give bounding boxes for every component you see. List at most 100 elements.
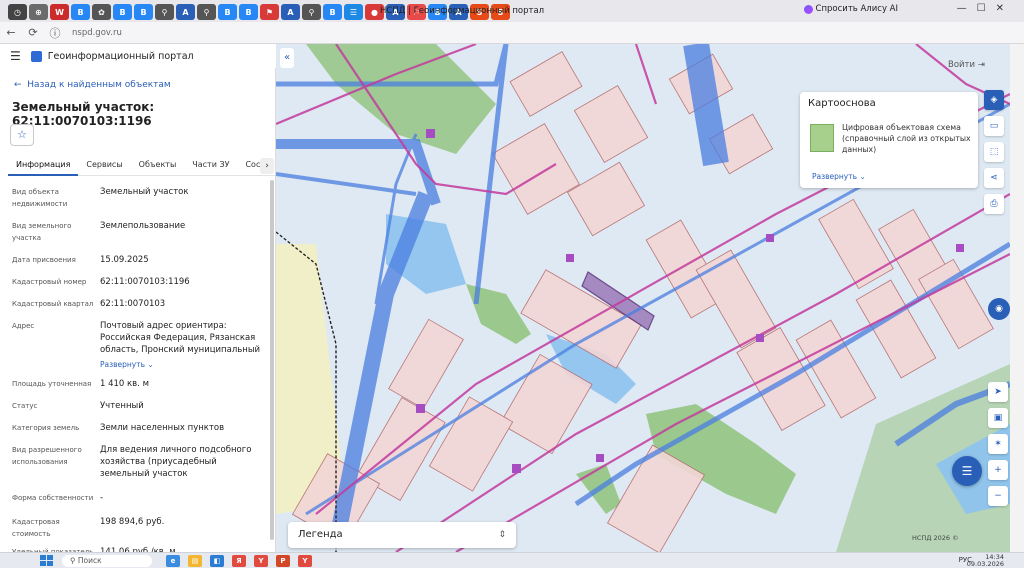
browser-tab-5-icon[interactable]: ✿ (92, 4, 111, 20)
screen: ◷ ⊕ W B ✿ B B ⚲ A ⚲ B B ⚑ A ⚲ B ☰ ● A ⚐ B A S S НСПД | Геоинфор… (0, 0, 1024, 568)
browser-tab-15-icon[interactable]: ⚲ (302, 4, 321, 20)
browser-tab-12-icon[interactable]: B (239, 4, 258, 20)
panel-scrollbar[interactable] (270, 180, 274, 540)
browser-page-title: НСПД | Геоинформационный портал (380, 6, 545, 16)
browser-tab-13-icon[interactable]: ⚑ (260, 4, 279, 20)
attribute-label: Кадастровая стоимость (12, 518, 60, 538)
taskbar-apps: e ▤ ◧ Я Y P Y (166, 554, 312, 567)
browser-tab-2-icon[interactable]: ⊕ (29, 4, 48, 20)
ask-alice-button[interactable]: Спросить Алису AI (803, 4, 898, 14)
address-expand-label: Развернуть (100, 360, 146, 369)
clock-date: 09.03.2026 (966, 560, 1004, 568)
attribute-label: Вид земельного участка (12, 222, 72, 242)
legend-dropdown[interactable]: Легенда ⇕ (288, 522, 516, 548)
browser-tab-11-icon[interactable]: B (218, 4, 237, 20)
compass-icon[interactable]: ✶ (988, 434, 1008, 454)
yandex-icon[interactable]: Я (232, 554, 246, 567)
back-to-results-link[interactable]: ← Назад к найденным объектам (14, 80, 171, 90)
site-info-icon[interactable]: ⓘ (44, 25, 66, 41)
basemap-description: Цифровая объектовая схема (справочный сл… (842, 123, 971, 154)
attribute-value: Земельный участок (100, 187, 189, 197)
address-bar: ← ⟳ ⓘ nspd.gov.ru (0, 22, 1024, 44)
card-icon[interactable]: ▭ (984, 116, 1004, 136)
browser-tab-3-icon[interactable]: W (50, 4, 69, 20)
attribute-label: Дата присвоения (12, 256, 76, 264)
zoom-in-icon[interactable]: + (988, 460, 1008, 480)
layers-icon[interactable]: ◈ (984, 90, 1004, 110)
close-icon[interactable]: ✕ (996, 3, 1014, 14)
browser-tab-17-icon[interactable]: ☰ (344, 4, 363, 20)
locate-icon[interactable]: ➤ (988, 382, 1008, 402)
browser-tab-10-icon[interactable]: ⚲ (197, 4, 216, 20)
yandex-app-icon[interactable]: Y (298, 554, 312, 567)
taskbar-search[interactable]: ⚲ Поиск (62, 554, 152, 567)
minimize-icon[interactable]: — (957, 3, 977, 14)
map-copyright: НСПД 2026 © (912, 534, 959, 542)
app-header: ☰ Геоинформационный портал (0, 44, 276, 68)
reload-icon[interactable]: ⟳ (22, 26, 44, 39)
app-title: Геоинформационный портал (47, 50, 194, 62)
tab-parcel-parts[interactable]: Части ЗУ (184, 156, 237, 176)
tab-services[interactable]: Сервисы (78, 156, 130, 176)
browser-tab-7-icon[interactable]: B (134, 4, 153, 20)
map-zoom-toolbar: ➤ ▣ ✶ + − (988, 382, 1010, 512)
browser-tab-4-icon[interactable]: B (71, 4, 90, 20)
address-expand-link[interactable]: Развернуть ⌄ (100, 360, 154, 369)
login-button[interactable]: Войти ⇥ (948, 60, 985, 70)
back-to-results-label: Назад к найденным объектам (27, 80, 171, 90)
browser-tab-6-icon[interactable]: B (113, 4, 132, 20)
favorite-star-icon[interactable]: ☆ (10, 124, 34, 146)
basemap-title: Картооснова (808, 98, 876, 109)
maximize-icon[interactable]: ☐ (977, 3, 996, 14)
attribute-value: Учтенный (100, 401, 144, 411)
taskbar-search-label: Поиск (77, 555, 102, 565)
attribute-label: Площадь уточненная (12, 380, 92, 388)
attribute-label: Кадастровый номер (12, 278, 87, 286)
login-label: Войти (948, 60, 976, 70)
browser-tab-1-icon[interactable]: ◷ (8, 4, 27, 20)
print-icon[interactable]: ⎙ (984, 194, 1004, 214)
map-side-toolbar: ◈ ▭ ⬚ ⋖ ⎙ (984, 90, 1006, 220)
info-tabs: Информация Сервисы Объекты Части ЗУ Сост… (8, 156, 275, 176)
basemap-thumbnail[interactable] (810, 124, 834, 152)
zoom-out-icon[interactable]: − (988, 486, 1008, 506)
assistant-icon[interactable]: ◉ (988, 298, 1010, 320)
browser-tab-16-icon[interactable]: B (323, 4, 342, 20)
back-arrow-icon[interactable]: ← (0, 26, 22, 39)
tab-information[interactable]: Информация (8, 156, 79, 176)
screenshot-icon[interactable]: ▣ (988, 408, 1008, 428)
attribute-value: 198 894,6 руб. (100, 517, 165, 527)
chevron-down-icon: ⌄ (859, 172, 866, 181)
tabs-next-chevron-icon[interactable]: › (260, 158, 274, 174)
attribute-label: Форма собственности (12, 494, 94, 502)
portal-logo (30, 50, 42, 62)
share-icon[interactable]: ⋖ (984, 168, 1004, 188)
tab-objects[interactable]: Объекты (131, 156, 185, 176)
browser-tab-14-icon[interactable]: A (281, 4, 300, 20)
select-icon[interactable]: ⬚ (984, 142, 1004, 162)
menu-icon[interactable]: ☰ (10, 49, 21, 63)
collapse-panel-icon[interactable]: « (280, 48, 294, 68)
chat-bubble-icon[interactable]: ☰ (952, 456, 982, 486)
chevron-updown-icon: ⇕ (498, 530, 506, 540)
edge-icon[interactable]: e (166, 554, 180, 567)
attribute-value: 62:11:0070103 (100, 299, 166, 309)
attribute-label: Вид разрешенного использования (12, 446, 82, 466)
arrow-left-icon: ← (14, 80, 22, 90)
basemap-expand-link[interactable]: Развернуть ⌄ (812, 172, 866, 181)
browser-tab-9-icon[interactable]: A (176, 4, 195, 20)
browser-tab-8-icon[interactable]: ⚲ (155, 4, 174, 20)
search-icon: ⚲ (70, 555, 76, 565)
windows-start-icon[interactable] (40, 554, 54, 567)
attribute-label: Статус (12, 402, 38, 410)
store-icon[interactable]: ◧ (210, 554, 224, 567)
attribute-value: 15.09.2025 (100, 255, 149, 265)
powerpoint-icon[interactable]: P (276, 554, 290, 567)
explorer-icon[interactable]: ▤ (188, 554, 202, 567)
parcel-title: Земельный участок: 62:11:0070103:1196 (12, 100, 155, 128)
url-field[interactable]: nspd.gov.ru (72, 28, 122, 38)
object-info-panel: ← Назад к найденным объектам Земельный у… (0, 68, 276, 552)
clock[interactable]: 14:34 09.03.2026 (967, 554, 1004, 568)
windows-taskbar: ⚲ Поиск e ▤ ◧ Я Y P Y РУС 14:34 09.03.20… (0, 552, 1024, 568)
yandex-browser-icon[interactable]: Y (254, 554, 268, 567)
